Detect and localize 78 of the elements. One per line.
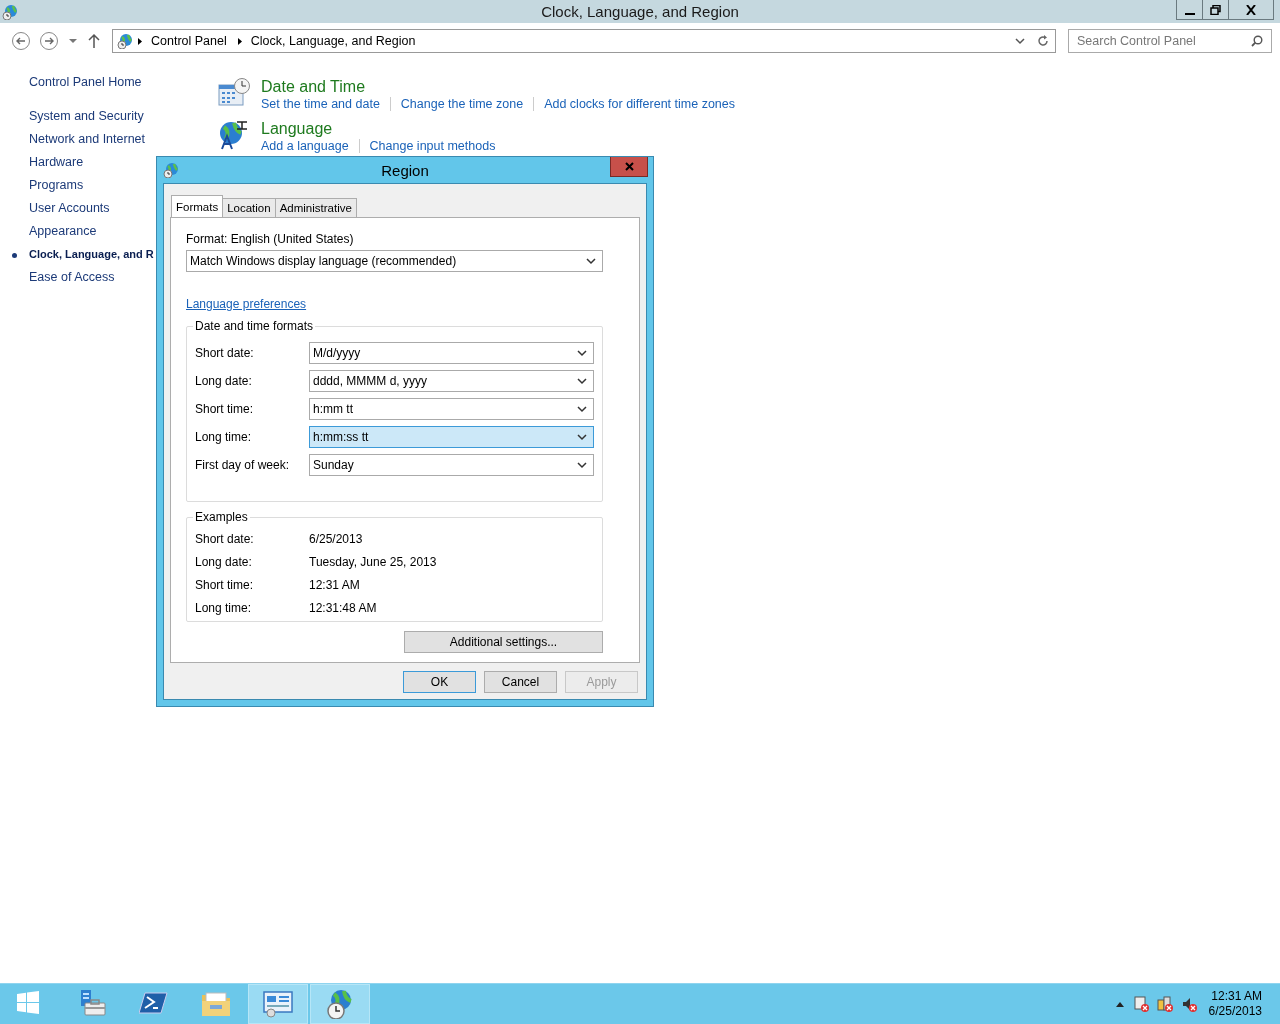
example-value: 12:31 AM [309,577,360,592]
breadcrumb-link[interactable]: Control Panel [151,34,227,48]
example-label: Long date: [195,554,253,569]
task-link[interactable]: Set the time and date [261,97,380,111]
close-icon [1245,4,1257,15]
breadcrumb-link[interactable]: Clock, Language, and Region [250,34,416,48]
group-title: Date and time formats [193,319,316,333]
network-error-icon[interactable] [1156,996,1173,1012]
example-label: Short time: [195,577,255,592]
taskbar-button[interactable] [248,984,308,1024]
chevron-icon[interactable] [236,36,243,46]
example-value: Tuesday, June 25, 2013 [309,554,437,569]
sidebar-item[interactable]: Clock, Language, and R [12,243,154,266]
field-label: First day of week: [195,458,291,472]
minimize-button[interactable] [1176,0,1203,20]
sidebar-item[interactable]: Appearance [29,220,97,243]
speaker-error-icon[interactable] [1180,996,1197,1012]
folder-icon [201,989,231,1019]
group-title: Examples [193,510,250,524]
dropdown[interactable]: h:mm tt [309,398,594,420]
globe-clock-icon [163,162,179,178]
up-arrow-icon [87,33,101,49]
calendar-clock-icon[interactable] [218,77,250,109]
sidebar-item[interactable]: System and Security [29,105,144,128]
sidebar-item[interactable]: Ease of Access [29,266,115,289]
field-label: Long time: [195,430,253,444]
field-label: Long date: [195,374,253,388]
dialog-button[interactable]: OK [403,671,476,693]
field-label: Short date: [195,346,255,360]
sidebar-item[interactable]: Network and Internet [29,128,146,151]
window-title: Clock, Language, and Region [540,3,740,20]
dropdown[interactable]: Match Windows display language (recommended) [186,250,603,272]
show-hidden-icons-icon[interactable] [1114,1000,1125,1008]
sidebar-item[interactable]: Hardware [29,151,84,174]
example-label: Long time: [195,600,253,615]
globe-clock-icon [117,33,133,49]
example-value: 12:31:48 AM [309,600,377,615]
category-title-link[interactable]: Language [261,119,333,139]
taskbar-button[interactable] [310,984,370,1024]
dropdown-icon[interactable] [1015,37,1025,45]
close-button[interactable] [1228,0,1274,20]
example-value: 6/25/2013 [309,531,363,546]
control-panel-icon [263,989,293,1019]
dialog-title: Region [380,162,430,179]
action-center-error-icon[interactable] [1132,996,1149,1012]
additional-settings-button[interactable]: Additional settings... [404,631,603,653]
tab[interactable]: Location [222,198,276,217]
dialog-button[interactable]: Cancel [484,671,557,693]
tab[interactable]: Formats [171,195,224,217]
field-label: Short time: [195,402,255,416]
sidebar-item[interactable]: User Accounts [29,197,110,220]
dropdown[interactable]: Sunday [309,454,594,476]
caret-icon [68,38,78,44]
search-field[interactable]: Search Control Panel [1068,29,1272,53]
language-preferences-link[interactable]: Language preferences [186,297,307,311]
refresh-icon[interactable] [1037,35,1049,47]
clock[interactable]: 12:31 AM 6/25/2013 [1208,989,1262,1019]
restore-icon [1209,4,1222,15]
address-bar[interactable]: Control Panel Clock, Language, and Region [112,29,1056,53]
sidebar-link[interactable]: Control Panel Home [29,75,189,89]
globe-clock-icon [2,3,18,20]
task-link[interactable]: Add a language [261,139,349,153]
task-link[interactable]: Change input methods [369,139,496,153]
minimize-icon [1184,12,1195,15]
tab[interactable]: Administrative [274,198,357,217]
example-label: Short date: [195,531,255,546]
field-label: Format: English (United States) [186,232,355,246]
category-title-link[interactable]: Date and Time [261,77,366,97]
chevron-icon[interactable] [137,36,143,46]
task-link[interactable]: Add clocks for different time zones [544,97,735,111]
dropdown[interactable]: h:mm:ss tt [309,426,594,448]
dropdown[interactable]: dddd, MMMM d, yyyy [309,370,594,392]
dropdown[interactable]: M/d/yyyy [309,342,594,364]
task-link[interactable]: Change the time zone [400,97,524,111]
sidebar-item[interactable]: Programs [29,174,84,197]
close-icon [624,162,634,171]
search-icon[interactable] [1251,35,1263,47]
globe-letters-icon[interactable] [218,119,250,151]
